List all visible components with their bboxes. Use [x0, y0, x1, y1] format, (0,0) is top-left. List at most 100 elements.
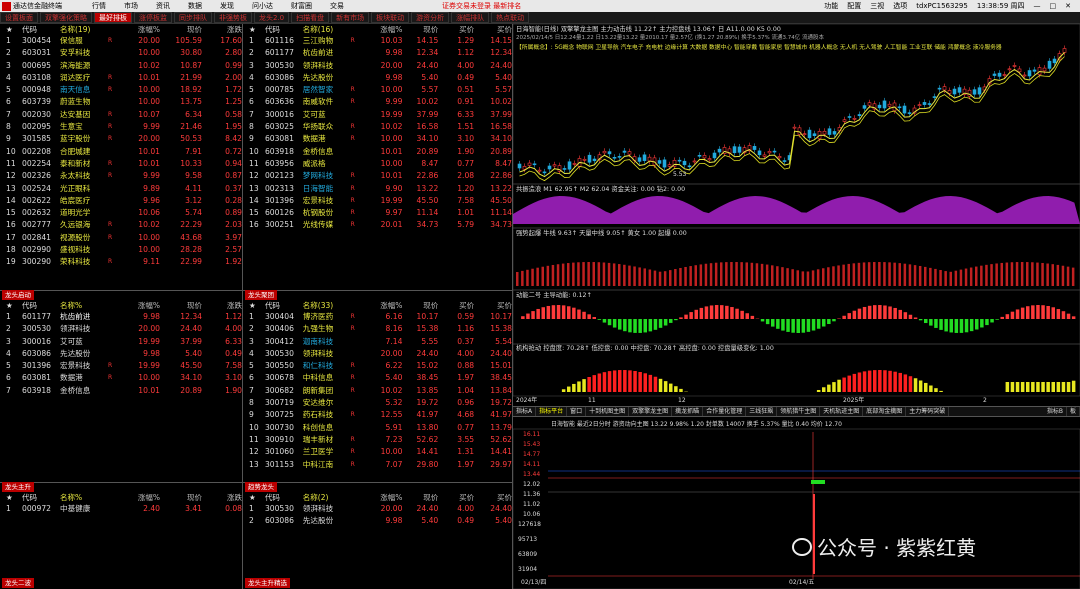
menu-item-market[interactable]: 市场: [124, 1, 138, 11]
table-row[interactable]: 12 002326 永太科技 R 9.99 9.58 0.87: [0, 170, 242, 182]
table-row[interactable]: 3 300412 迦南科技 7.14 5.55 0.37 5.54: [243, 336, 512, 348]
label-dragon-main[interactable]: 龙头主升: [2, 482, 34, 492]
tab-2[interactable]: 最好排板: [94, 12, 132, 23]
indicator-tab-right-1[interactable]: 板: [1067, 407, 1080, 416]
table-row[interactable]: 3 300530 领湃科技 20.00 24.40 4.00 24.40: [243, 60, 512, 72]
table-row[interactable]: 1 601116 三江购物 R 10.03 14.15 1.29 14.15: [243, 35, 512, 47]
table-row[interactable]: 12 301060 兰卫医学 R 10.00 14.41 1.31 14.41: [243, 446, 512, 458]
table-row[interactable]: 9 301585 蓝宇股份 R 20.00 50.53 8.42: [0, 133, 242, 145]
header-code[interactable]: 代码: [265, 24, 303, 35]
table-row[interactable]: 1 300530 领湃科技 20.00 24.40 4.00 24.40: [243, 503, 512, 515]
table-row[interactable]: 7 300016 艾可蓝 19.99 37.99 6.33 37.99: [243, 109, 512, 121]
close-icon[interactable]: ✕: [1065, 2, 1071, 10]
header-pct[interactable]: 涨幅%: [361, 300, 402, 311]
table-row[interactable]: 6 603081 数据港 R 10.00 34.10 3.10: [0, 372, 242, 384]
table-row[interactable]: 2 601177 杭齿前进 9.98 12.34 1.12 12.34: [243, 47, 512, 59]
header-code[interactable]: 代码: [22, 24, 60, 35]
tab-3[interactable]: 涨停板监: [134, 12, 172, 23]
indicator-tab-11[interactable]: 主力筹码突破: [906, 407, 950, 416]
table-row[interactable]: 11 300910 瑞丰新材 R 7.23 52.62 3.55 52.62: [243, 434, 512, 446]
header-chg[interactable]: 买价: [438, 24, 474, 35]
table-row[interactable]: 1 000972 中基健康 2.40 3.41 0.08: [0, 503, 242, 515]
maximize-icon[interactable]: □: [1050, 2, 1057, 10]
label-dragon-start[interactable]: 龙头启动: [2, 290, 34, 300]
header-name[interactable]: 名称(19): [60, 24, 118, 35]
label-trend-dragon[interactable]: 趋势龙头: [245, 482, 277, 492]
header-code[interactable]: 代码: [265, 300, 303, 311]
table-row[interactable]: 9 300725 药石科技 R 12.55 41.97 4.68 41.97: [243, 409, 512, 421]
indicator-tab-9[interactable]: 天机轨迹主图: [820, 407, 864, 416]
header-code[interactable]: 代码: [265, 492, 303, 503]
indicator-tab-5[interactable]: 擒龙抓瞄: [672, 407, 704, 416]
header-chg[interactable]: 涨跌: [202, 24, 242, 35]
header-bid[interactable]: 买价: [474, 492, 512, 503]
menu-view[interactable]: 三视: [870, 1, 884, 11]
tab-10[interactable]: 游资分析: [411, 12, 450, 23]
label-dragon-main-select[interactable]: 龙头主升精选: [245, 578, 290, 588]
tab-1[interactable]: 双擎强化策略: [40, 12, 92, 23]
table-row[interactable]: 7 002030 达安基因 R 10.07 6.34 0.58: [0, 109, 242, 121]
table-row[interactable]: 7 300682 朗新集团 R 10.02 13.85 1.04 13.84: [243, 385, 512, 397]
indicator-tab-2[interactable]: 窗口: [567, 407, 587, 416]
table-row[interactable]: 2 300406 九强生物 R 8.16 15.38 1.16 15.38: [243, 323, 512, 335]
table-row[interactable]: 10 603918 金桥信息 10.01 20.89 1.90 20.89: [243, 146, 512, 158]
tab-6[interactable]: 龙头2.0: [254, 12, 290, 23]
indicator-tab-6[interactable]: 合作量化管理: [703, 407, 747, 416]
header-pct[interactable]: 涨幅%: [118, 492, 160, 503]
menu-item-ask[interactable]: 问小达: [252, 1, 273, 11]
tab-7[interactable]: 扫描看盘: [291, 12, 330, 23]
indicator-tab-8[interactable]: 领航猎牛主图: [777, 407, 821, 416]
menu-item-discover[interactable]: 发现: [220, 1, 234, 11]
table-row[interactable]: 8 300719 安达维尔 5.32 19.72 0.96 19.72: [243, 397, 512, 409]
table-row[interactable]: 6 300678 中科信息 R 5.40 38.45 1.97 38.45: [243, 372, 512, 384]
header-price[interactable]: 现价: [402, 24, 438, 35]
table-row[interactable]: 1 300404 博济医药 R 6.16 10.17 0.59 10.17: [243, 311, 512, 323]
table-row[interactable]: 5 301396 宏景科技 R 19.99 45.50 7.58: [0, 360, 242, 372]
indicator-tab-4[interactable]: 双擎擎龙主图: [629, 407, 673, 416]
menu-config[interactable]: 配置: [847, 1, 861, 11]
tab-9[interactable]: 板块联动: [371, 12, 410, 23]
indicator-tab-7[interactable]: 三线狂飙: [746, 407, 778, 416]
table-row[interactable]: 5 000785 居然智家 R 10.00 5.57 0.51 5.57: [243, 84, 512, 96]
table-row[interactable]: 17 002841 视源股份 R 10.00 43.68 3.97: [0, 232, 242, 244]
menu-item-quote[interactable]: 行情: [92, 1, 106, 11]
table-row[interactable]: 14 301396 宏景科技 R 19.99 45.50 7.58 45.50: [243, 195, 512, 207]
indicator-tab-right-0[interactable]: 指标B: [1044, 407, 1067, 416]
login-status[interactable]: 证券交易未登录 最新排名: [442, 1, 521, 11]
table-row[interactable]: 15 600126 杭钢股份 R 9.97 11.14 1.01 11.14: [243, 207, 512, 219]
table-row[interactable]: 19 300290 荣科科技 R 9.11 22.99 1.92: [0, 256, 242, 268]
tab-5[interactable]: 非强势板: [214, 12, 252, 23]
header-code[interactable]: 代码: [22, 300, 60, 311]
table-row[interactable]: 6 603636 南威软件 R 9.99 10.02 0.91 10.02: [243, 96, 512, 108]
tab-8[interactable]: 新有市场: [331, 12, 370, 23]
header-bid[interactable]: 买价: [474, 300, 512, 311]
header-name[interactable]: 名称%: [60, 300, 118, 311]
table-row[interactable]: 1 300454 保信服 R 20.00 105.59 17.60: [0, 35, 242, 47]
header-chg[interactable]: 涨跌: [202, 492, 242, 503]
header-name[interactable]: 名称(2): [303, 492, 361, 503]
label-dragon-second-wave[interactable]: 龙头二波: [2, 578, 34, 588]
table-row[interactable]: 4 300530 领湃科技 20.00 24.40 4.00 24.40: [243, 348, 512, 360]
header-price[interactable]: 现价: [160, 492, 202, 503]
tab-12[interactable]: 热点联动: [491, 12, 530, 23]
menu-options[interactable]: 选项: [893, 1, 907, 11]
header-price[interactable]: 现价: [402, 492, 438, 503]
table-row[interactable]: 10 300730 科创信息 5.91 13.80 0.77 13.79: [243, 422, 512, 434]
table-row[interactable]: 4 603086 先达股份 9.98 5.40 0.49: [0, 348, 242, 360]
label-dragon-cluster[interactable]: 龙头聚团: [245, 290, 277, 300]
indicator-tab-0[interactable]: 指标A: [513, 407, 537, 416]
menu-item-news[interactable]: 资讯: [156, 1, 170, 11]
table-row[interactable]: 8 002095 生意宝 R 9.99 21.46 1.95: [0, 121, 242, 133]
table-row[interactable]: 3 000695 滨海能源 10.02 10.87 0.99: [0, 60, 242, 72]
header-chg[interactable]: 买价: [438, 300, 474, 311]
header-name[interactable]: 名称(16): [303, 24, 361, 35]
tab-4[interactable]: 同步排队: [174, 12, 212, 23]
tab-0[interactable]: 设置板面: [0, 12, 38, 23]
table-row[interactable]: 8 603025 华扬联众 R 10.02 16.58 1.51 16.58: [243, 121, 512, 133]
indicator-tab-10[interactable]: 底部淘金擒图: [863, 407, 907, 416]
tab-11[interactable]: 涨幅排队: [451, 12, 490, 23]
table-row[interactable]: 10 002208 合肥城建 10.01 7.91 0.72: [0, 146, 242, 158]
header-pct[interactable]: 涨幅%: [118, 24, 160, 35]
header-code[interactable]: 代码: [22, 492, 60, 503]
menu-item-data[interactable]: 数据: [188, 1, 202, 11]
